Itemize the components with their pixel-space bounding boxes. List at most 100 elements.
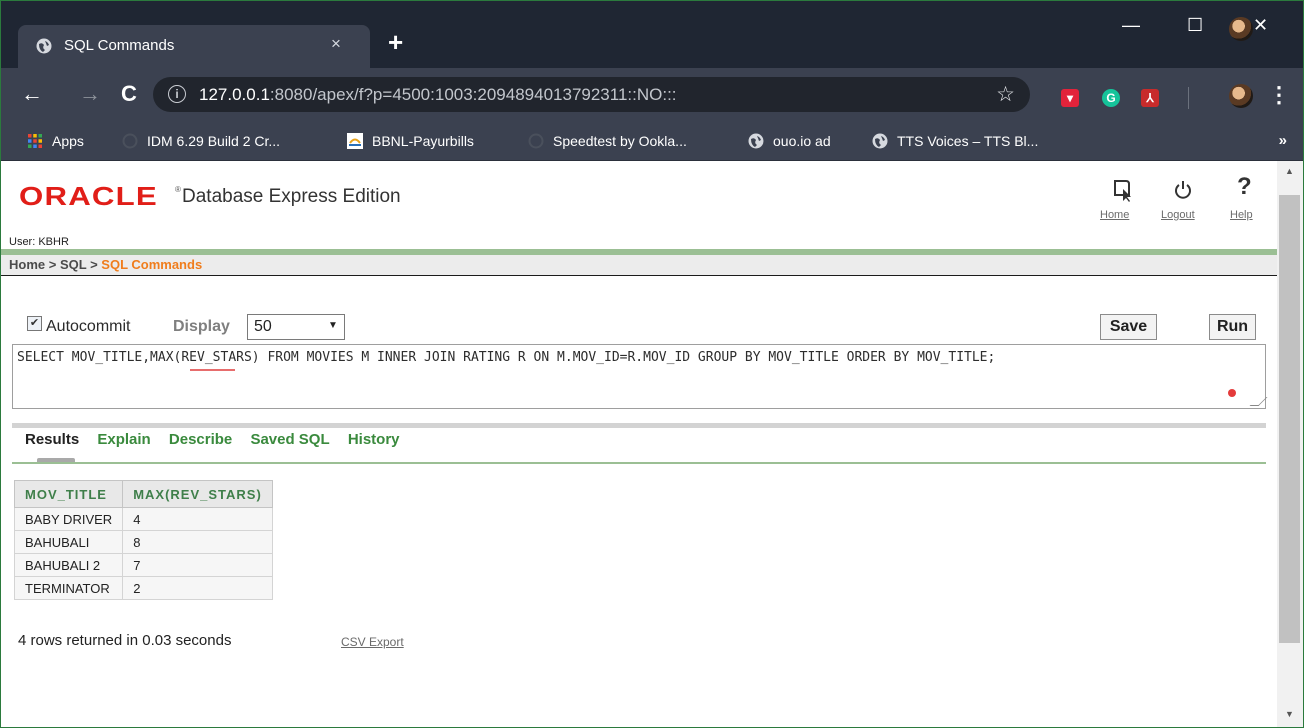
help-link[interactable]: Help <box>1230 209 1253 221</box>
bookmark-label: Apps <box>52 133 84 149</box>
table-cell: 7 <box>122 553 273 577</box>
tab-title: SQL Commands <box>64 37 175 54</box>
power-icon[interactable] <box>1174 179 1192 201</box>
display-select[interactable]: 50 ▼ <box>247 314 345 340</box>
scrollbar-thumb[interactable] <box>1279 195 1300 643</box>
save-button[interactable]: Save <box>1100 314 1157 340</box>
tab-strip: SQL Commands × + — ☐ ✕ <box>1 1 1303 68</box>
bookmark-apps[interactable]: Apps <box>27 133 84 149</box>
table-row: BAHUBALI 8 <box>13 530 273 554</box>
globe-icon <box>872 133 888 149</box>
help-question-icon[interactable]: ? <box>1237 173 1252 201</box>
grammarly-extension-icon[interactable]: G <box>1102 89 1120 107</box>
bookmarks-overflow-icon[interactable]: » <box>1279 132 1287 149</box>
bookmark-ouo[interactable]: ouo.io ad <box>748 133 831 149</box>
close-window-icon[interactable]: ✕ <box>1253 15 1268 36</box>
dropdown-arrow-icon: ▼ <box>328 320 338 331</box>
run-button[interactable]: Run <box>1209 314 1256 340</box>
new-tab-button[interactable]: + <box>388 29 403 55</box>
home-icon[interactable] <box>1112 179 1132 203</box>
display-value: 50 <box>254 318 272 335</box>
bookmark-bbnl[interactable]: BBNL-Payurbills <box>347 133 474 149</box>
breadcrumb: Home > SQL > SQL Commands <box>9 257 202 272</box>
pdf-extension-icon[interactable]: ⅄ <box>1141 89 1159 107</box>
oracle-logo: ORACLE ® <box>19 181 181 212</box>
bookmark-tts[interactable]: TTS Voices – TTS Bl... <box>872 133 1038 149</box>
profile-avatar-icon[interactable] <box>1229 84 1253 108</box>
menu-kebab-icon[interactable]: ⋮ <box>1268 82 1290 108</box>
browser-toolbar: ← → C i 127.0.0.1:8080/apex/f?p=4500:100… <box>1 17 1303 123</box>
home-link[interactable]: Home <box>1100 209 1129 221</box>
table-cell: 8 <box>122 530 273 554</box>
browser-window: SQL Commands × + — ☐ ✕ ← → C i 127.0.0.1… <box>0 0 1304 728</box>
bookmark-star-icon[interactable]: ☆ <box>996 82 1015 107</box>
globe-icon <box>748 133 764 149</box>
tab-describe[interactable]: Describe <box>169 431 232 448</box>
tab-history[interactable]: History <box>348 431 400 448</box>
profile-avatar[interactable] <box>1229 17 1253 41</box>
forward-icon[interactable]: → <box>79 81 101 107</box>
display-label: Display <box>173 318 230 335</box>
results-divider-top <box>12 423 1266 428</box>
bookmark-label: IDM 6.29 Build 2 Cr... <box>147 133 281 149</box>
grammarly-status-dot[interactable] <box>1228 389 1236 397</box>
bookmark-label: BBNL-Payurbills <box>372 133 474 149</box>
table-cell: TERMINATOR <box>13 576 124 600</box>
rows-summary: 4 rows returned in 0.03 seconds <box>18 632 232 649</box>
pocket-extension-icon[interactable]: ▾ <box>1061 89 1079 107</box>
breadcrumb-strip: Home > SQL > SQL Commands <box>1 255 1277 276</box>
back-icon[interactable]: ← <box>21 81 43 107</box>
page-scrollbar[interactable]: ▲ ▼ <box>1277 161 1303 727</box>
bookmark-idm[interactable]: IDM 6.29 Build 2 Cr... <box>122 133 280 149</box>
bookmark-speedtest[interactable]: Speedtest by Ookla... <box>528 133 687 149</box>
scroll-down-icon[interactable]: ▼ <box>1285 709 1294 719</box>
bookmarks-bar: Apps IDM 6.29 Build 2 Cr... BBNL-Payurbi… <box>1 123 1303 161</box>
bookmark-label: TTS Voices – TTS Bl... <box>897 133 1039 149</box>
spellcheck-underline <box>190 366 235 371</box>
breadcrumb-sql[interactable]: SQL <box>60 257 87 272</box>
breadcrumb-home[interactable]: Home <box>9 257 45 272</box>
table-row: TERMINATOR 2 <box>13 576 273 600</box>
url-text[interactable]: 127.0.0.1:8080/apex/f?p=4500:1003:209489… <box>199 85 677 105</box>
maximize-icon[interactable]: ☐ <box>1187 15 1203 36</box>
breadcrumb-separator: > <box>86 257 102 272</box>
column-header: MAX(REV_STARS) <box>122 480 273 508</box>
tab-saved-sql[interactable]: Saved SQL <box>250 431 329 448</box>
url-path: :8080/apex/f?p=4500:1003:209489401379231… <box>269 85 677 104</box>
address-bar[interactable]: i 127.0.0.1:8080/apex/f?p=4500:1003:2094… <box>153 77 1030 112</box>
logout-link[interactable]: Logout <box>1161 209 1195 221</box>
info-icon[interactable]: i <box>168 85 186 103</box>
bookmark-label: ouo.io ad <box>773 133 831 149</box>
loading-circle-icon <box>528 133 544 149</box>
minimize-icon[interactable]: — <box>1122 15 1140 36</box>
tab-close-icon[interactable]: × <box>331 34 341 54</box>
sql-editor[interactable]: SELECT MOV_TITLE,MAX(REV_STARS) FROM MOV… <box>12 344 1268 409</box>
sql-text[interactable]: SELECT MOV_TITLE,MAX(REV_STARS) FROM MOV… <box>17 349 1252 367</box>
result-tabs: Results Explain Describe Saved SQL Histo… <box>25 431 414 448</box>
autocommit-label: Autocommit <box>46 318 131 335</box>
user-label: User: KBHR <box>9 236 69 248</box>
bbnl-favicon-icon <box>347 133 363 149</box>
bookmark-label: Speedtest by Ookla... <box>553 133 687 149</box>
brand-name: ORACLE <box>19 181 158 211</box>
toolbar-divider <box>1188 87 1189 109</box>
results-table: MOV_TITLE MAX(REV_STARS) BABY DRIVER 4 B… <box>13 480 273 600</box>
column-header: MOV_TITLE <box>13 480 124 508</box>
resize-handle[interactable] <box>1249 397 1268 406</box>
loading-circle-icon <box>122 133 138 149</box>
table-row: BABY DRIVER 4 <box>13 507 273 531</box>
edition-title: Database Express Edition <box>182 186 401 207</box>
autocommit-checkbox[interactable]: ✔ <box>27 316 42 331</box>
breadcrumb-current: SQL Commands <box>101 257 203 272</box>
table-header-row: MOV_TITLE MAX(REV_STARS) <box>13 480 273 508</box>
csv-export-link[interactable]: CSV Export <box>341 635 404 649</box>
tab-results[interactable]: Results <box>25 431 79 448</box>
browser-tab[interactable]: SQL Commands × <box>18 25 370 68</box>
scroll-up-icon[interactable]: ▲ <box>1285 166 1294 176</box>
table-cell: 4 <box>122 507 273 531</box>
reload-icon[interactable]: C <box>121 81 137 107</box>
tab-explain[interactable]: Explain <box>97 431 150 448</box>
table-cell: 2 <box>122 576 273 600</box>
results-divider-bottom <box>12 462 1266 464</box>
table-row: BAHUBALI 2 7 <box>13 553 273 577</box>
